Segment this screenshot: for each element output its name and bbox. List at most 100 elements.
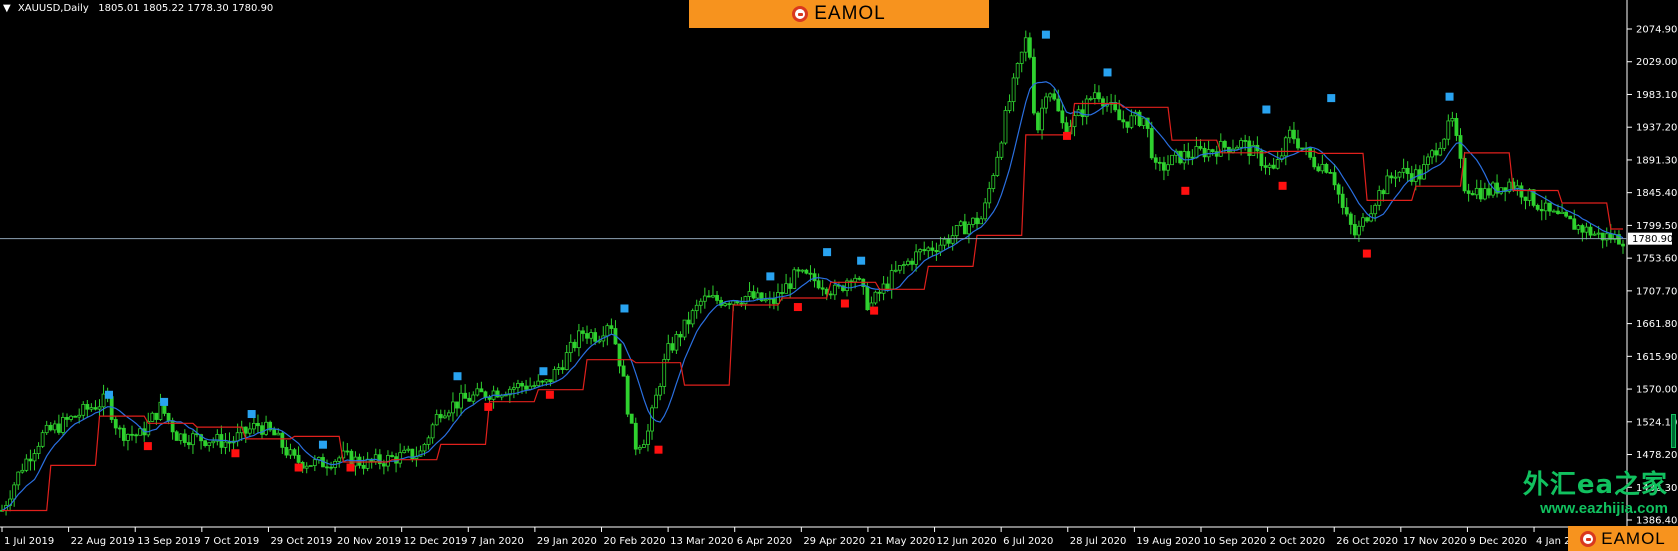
down-signal-marker	[484, 402, 493, 411]
candle-body	[203, 440, 208, 447]
candle-body	[264, 421, 268, 435]
high-price: 1805.22	[142, 3, 185, 14]
candle-body	[1482, 188, 1487, 200]
candle-body	[1271, 164, 1276, 169]
candle-body	[999, 142, 1004, 158]
brand-logo-text: EAMOL	[814, 3, 886, 24]
y-tick-label: 1983.10	[1636, 90, 1677, 101]
candle-body	[398, 452, 403, 464]
candle-body	[154, 412, 159, 420]
candle-body	[780, 292, 784, 294]
candle-body	[1182, 151, 1187, 164]
candle-body	[1222, 140, 1227, 148]
candle-body	[1580, 225, 1585, 233]
candle-body	[459, 392, 463, 409]
candle-body	[85, 403, 90, 410]
x-tick-label: 13 Mar 2020	[670, 536, 733, 547]
candle-body	[1210, 149, 1215, 153]
candle-body	[1003, 110, 1008, 144]
candle-body	[467, 397, 472, 402]
candle-body	[609, 325, 614, 329]
candle-body	[483, 391, 488, 398]
x-tick-label: 12 Dec 2019	[404, 536, 468, 547]
candle-body	[186, 442, 191, 446]
down-signal-marker	[1181, 186, 1190, 195]
candle-body	[12, 484, 17, 500]
candle-body	[885, 283, 890, 290]
candle-body	[564, 352, 569, 370]
candle-body	[1292, 129, 1296, 140]
candle-body	[581, 330, 585, 334]
x-tick-label: 9 Dec 2020	[1469, 536, 1527, 547]
candle-body	[1438, 147, 1443, 156]
candle-body	[536, 380, 541, 386]
candle-body	[150, 412, 155, 422]
candle-body	[1474, 187, 1479, 196]
candle-body	[1023, 37, 1028, 53]
blue-indicator-line	[1, 81, 1624, 512]
candle-body	[617, 343, 622, 367]
x-tick-label: 12 Jun 2020	[937, 536, 997, 547]
candle-body	[1296, 138, 1300, 149]
collapse-triangle-icon[interactable]: ▼	[3, 3, 11, 14]
candle-body	[438, 414, 443, 419]
candle-body	[1097, 92, 1101, 100]
candle-body	[784, 283, 788, 294]
candle-body	[816, 280, 821, 289]
candle-body	[690, 310, 695, 325]
candle-body	[1547, 202, 1552, 212]
price-scale-grip[interactable]	[1671, 414, 1676, 448]
candle-body	[296, 454, 301, 463]
y-tick-label: 1937.20	[1636, 123, 1677, 134]
candle-body	[698, 300, 703, 306]
candle-body	[832, 284, 837, 296]
candle-body	[1422, 164, 1426, 180]
candle-body	[1088, 98, 1093, 100]
chart-area[interactable]: 2074.90 2029.00 1983.10 1937.20 1891.30 1845.…	[0, 0, 1678, 551]
candle-body	[178, 433, 183, 441]
candle-body	[625, 375, 630, 415]
candle-body	[166, 413, 171, 422]
up-signal-marker	[1041, 30, 1050, 39]
candle-body	[686, 319, 691, 325]
candle-body	[1389, 175, 1394, 179]
candle-body	[918, 249, 923, 253]
candle-body	[889, 270, 894, 290]
candle-body	[471, 394, 476, 402]
candle-body	[1539, 208, 1544, 212]
candle-body	[1535, 204, 1540, 210]
candle-body	[1072, 115, 1077, 128]
candle-body	[560, 367, 565, 370]
candle-body	[873, 291, 878, 304]
eamol-logo-icon-bottom	[1580, 530, 1597, 547]
y-tick-label: 1799.50	[1636, 221, 1677, 232]
candle-body	[227, 441, 232, 444]
candle-body	[654, 394, 658, 409]
y-tick-label: 1845.40	[1636, 188, 1677, 199]
candle-body	[991, 175, 996, 189]
candle-body	[1137, 111, 1142, 126]
candle-body	[130, 433, 134, 436]
x-tick-label: 6 Apr 2020	[737, 536, 792, 547]
candle-body	[723, 303, 728, 306]
candle-body	[48, 424, 53, 431]
candle-body	[381, 463, 386, 467]
candle-body	[865, 286, 870, 311]
candle-body	[812, 273, 817, 282]
candle-body	[361, 464, 366, 469]
candle-body	[682, 319, 687, 338]
candle-body	[971, 217, 975, 225]
candle-body	[1543, 202, 1548, 212]
up-signal-marker	[766, 272, 775, 281]
candle-body	[1308, 147, 1313, 158]
eamol-logo-icon	[792, 6, 809, 22]
down-signal-marker	[231, 449, 240, 458]
candle-body	[1194, 146, 1199, 159]
candle-body	[260, 425, 264, 435]
candle-body	[568, 341, 573, 354]
candle-body	[702, 295, 707, 302]
candle-body	[853, 277, 858, 283]
candle-body	[1243, 140, 1248, 142]
candle-body	[1361, 217, 1365, 227]
candle-body	[121, 427, 126, 441]
